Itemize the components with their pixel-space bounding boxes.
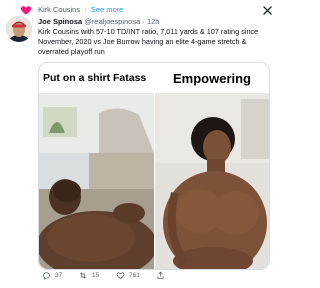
tweet-text: Kirk Cousins with 57-10 TD/INT ratio, 7,… xyxy=(38,27,259,56)
heart-icon xyxy=(20,6,32,15)
like-button[interactable]: 761 xyxy=(116,271,140,280)
avatar-image xyxy=(6,16,32,42)
meme-right-photo xyxy=(155,93,269,269)
meme-right-caption: Empowering xyxy=(155,63,269,93)
see-more-link[interactable]: See more xyxy=(91,5,124,14)
meme-left-caption: Put on a shirt Fatass xyxy=(39,63,154,93)
like-icon xyxy=(116,272,125,279)
share-button[interactable] xyxy=(156,271,165,280)
author-name[interactable]: Joe Spinosa xyxy=(38,17,82,26)
share-icon xyxy=(157,271,164,279)
close-button[interactable] xyxy=(260,3,274,17)
context-separator: · xyxy=(84,5,87,14)
meme-left-photo xyxy=(39,93,154,269)
retweet-button[interactable]: 15 xyxy=(78,271,99,280)
tweet-timestamp[interactable]: 12h xyxy=(147,17,160,26)
meme-right-panel: Empowering xyxy=(155,63,269,269)
reply-button[interactable]: 37 xyxy=(42,271,62,280)
tweet-actions: 37 15 761 xyxy=(38,271,268,283)
retweet-count: 15 xyxy=(92,272,100,279)
avatar[interactable] xyxy=(6,16,32,42)
retweet-icon xyxy=(80,272,86,279)
reply-icon xyxy=(43,272,50,280)
tweet-header: Joe Spinosa @realjoespinosa · 12h xyxy=(38,17,159,26)
context-user[interactable]: Kirk Cousins xyxy=(38,5,80,14)
meme-left-panel: Put on a shirt Fatass xyxy=(39,63,154,269)
tweet-media[interactable]: Put on a shirt Fatass Empowering xyxy=(38,62,270,270)
author-handle[interactable]: @realjoespinosa xyxy=(84,17,140,26)
close-icon xyxy=(262,5,272,15)
social-context-text: Kirk Cousins · See more xyxy=(38,5,123,14)
like-count: 761 xyxy=(129,272,140,279)
header-separator: · xyxy=(142,17,145,26)
reply-count: 37 xyxy=(55,272,63,279)
